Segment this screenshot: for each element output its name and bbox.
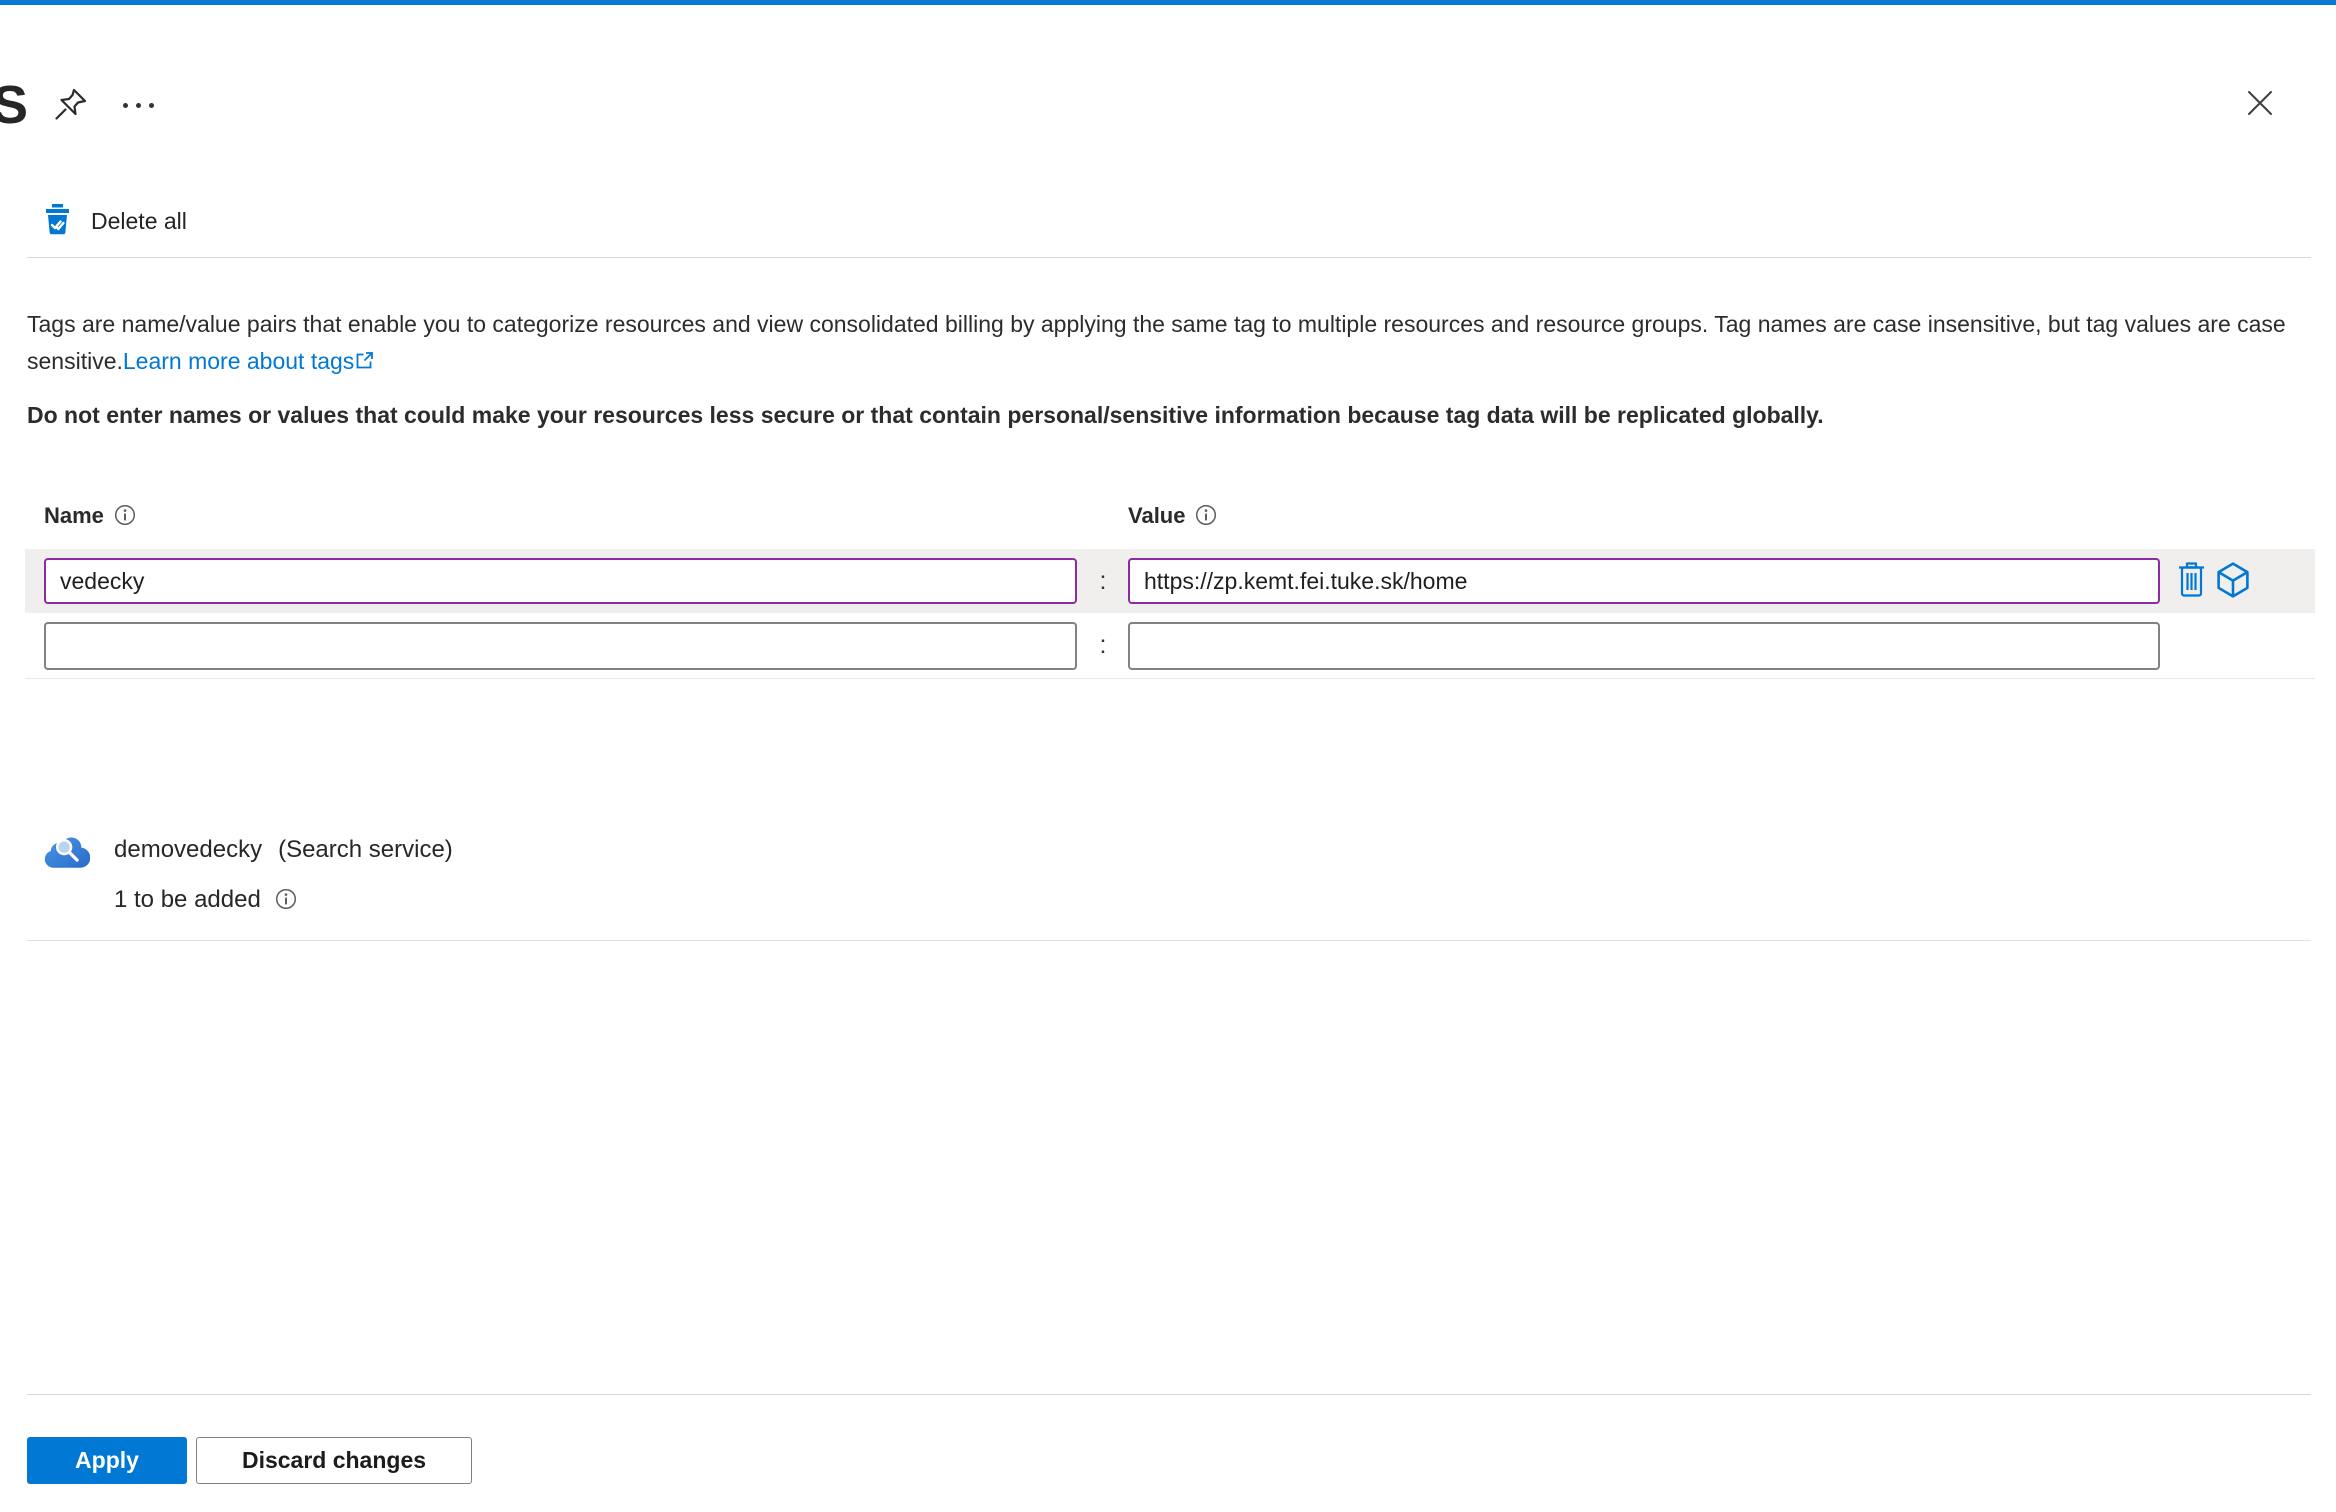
tags-warning: Do not enter names or values that could …	[27, 402, 1824, 428]
apply-button[interactable]: Apply	[27, 1437, 187, 1484]
tag-row-1: :	[25, 549, 2315, 613]
divider	[27, 257, 2311, 258]
top-accent-bar	[0, 0, 2336, 5]
info-icon	[114, 504, 136, 529]
tag-value-input-1[interactable]	[1128, 558, 2160, 604]
tags-description-paragraph: Tags are name/value pairs that enable yo…	[27, 311, 2286, 374]
info-icon	[275, 888, 297, 913]
more-options-button[interactable]	[116, 86, 160, 124]
discard-changes-button[interactable]: Discard changes	[196, 1437, 472, 1484]
delete-all-button[interactable]: Delete all	[46, 198, 187, 244]
cube-icon	[2216, 561, 2250, 602]
delete-all-icon	[46, 204, 69, 238]
resource-name: demovedecky	[114, 836, 263, 863]
blade-title-text: S	[0, 75, 28, 135]
tag-value-input-2[interactable]	[1128, 622, 2160, 670]
colon-separator: :	[1099, 631, 1107, 659]
close-icon	[2245, 88, 2275, 121]
resource-summary: demovedecky (Search service) 1 to be add…	[44, 824, 453, 914]
divider	[27, 1394, 2311, 1395]
divider	[27, 940, 2311, 941]
learn-more-link[interactable]: Learn more about tags	[123, 348, 354, 374]
search-service-icon	[44, 830, 90, 870]
trash-icon	[2178, 561, 2205, 601]
tag-name-input-1[interactable]	[44, 558, 1077, 604]
tag-name-input-2[interactable]	[44, 622, 1077, 670]
delete-all-label: Delete all	[91, 207, 187, 234]
external-link-icon	[354, 348, 375, 374]
resource-scope-button[interactable]	[2213, 558, 2253, 604]
pin-icon	[53, 86, 89, 125]
tag-row-2: :	[25, 613, 2315, 679]
delete-tag-button[interactable]	[2171, 558, 2211, 604]
info-icon	[1195, 504, 1217, 529]
ellipsis-icon	[122, 102, 128, 108]
tags-description: Tags are name/value pairs that enable yo…	[27, 306, 2321, 434]
value-info-button[interactable]	[1195, 504, 1217, 529]
pin-button[interactable]	[50, 84, 92, 126]
resource-type: (Search service)	[278, 836, 453, 863]
name-info-button[interactable]	[114, 504, 136, 529]
resource-pending-row: 1 to be added	[44, 886, 453, 914]
colon-separator: :	[1099, 566, 1107, 595]
resource-row: demovedecky (Search service)	[44, 824, 453, 876]
pending-count-label: 1 to be added	[114, 886, 261, 913]
blade-title-fragment: S	[0, 74, 28, 140]
value-column-header: Value	[1128, 500, 1217, 532]
pending-info-button[interactable]	[275, 888, 297, 913]
close-blade-button[interactable]	[2238, 82, 2282, 126]
name-column-header: Name	[44, 500, 136, 532]
